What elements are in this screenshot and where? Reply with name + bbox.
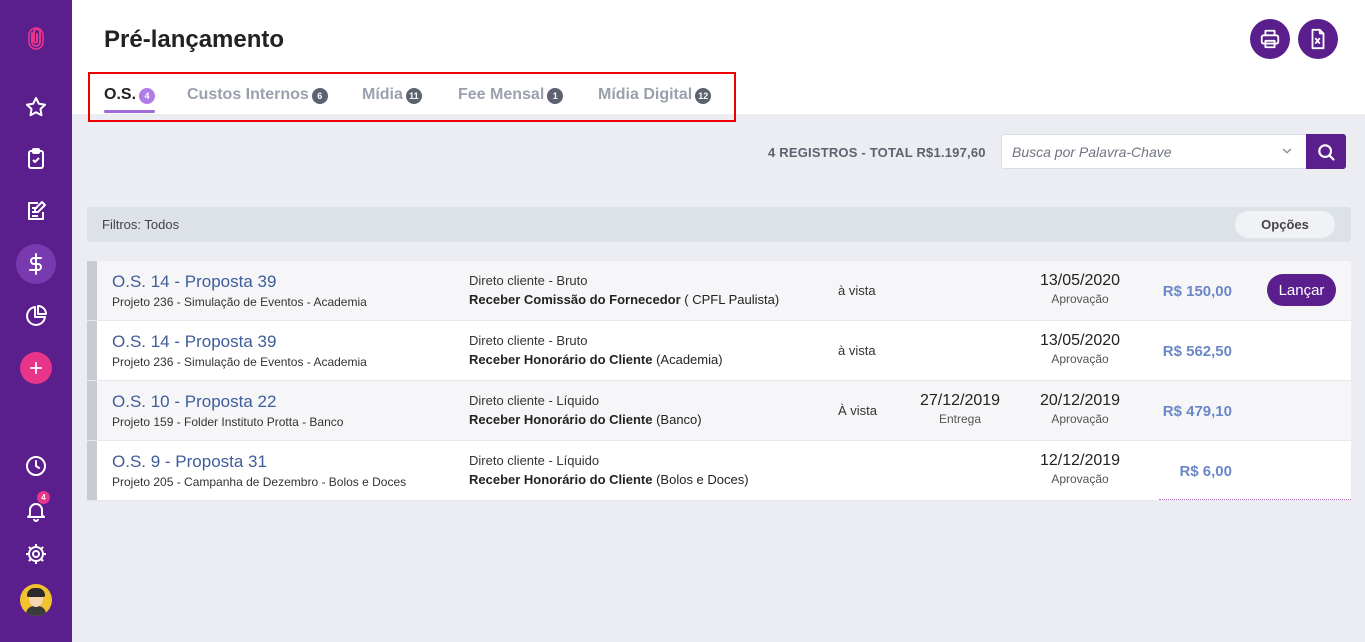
edit-document-icon[interactable] — [16, 191, 56, 231]
tab-label: Custos Internos — [187, 85, 309, 103]
approval-date: 20/12/2019 Aprovação — [1039, 392, 1121, 426]
billing-type: Direto cliente - Líquido — [469, 453, 600, 468]
dollar-icon[interactable] — [16, 244, 56, 284]
excel-file-icon — [1311, 28, 1325, 50]
tab-label: O.S. — [104, 85, 137, 103]
gear-icon[interactable] — [16, 534, 56, 574]
os-title-link[interactable]: O.S. 14 - Proposta 39 — [112, 272, 276, 292]
os-title-link[interactable]: O.S. 10 - Proposta 22 — [112, 392, 276, 412]
billing-description: Receber Honorário do Cliente (Academia) — [469, 352, 723, 367]
tab-midia[interactable]: Mídia 11 — [362, 85, 422, 104]
billing-description: Receber Honorário do Cliente (Banco) — [469, 412, 702, 427]
billing-type: Direto cliente - Bruto — [469, 273, 588, 288]
notification-count-badge: 4 — [37, 491, 50, 504]
sidebar: 4 — [0, 0, 72, 642]
amount-value: R$ 479,10 — [1162, 403, 1232, 420]
payment-terms: à vista — [838, 283, 876, 298]
printer-icon — [1260, 29, 1280, 49]
billing-type: Direto cliente - Líquido — [469, 393, 600, 408]
amount-value: R$ 150,00 — [1162, 283, 1232, 300]
payment-terms: à vista — [838, 343, 876, 358]
project-subtitle: Projeto 205 - Campanha de Dezembro - Bol… — [112, 475, 407, 489]
project-subtitle: Projeto 236 - Simulação de Eventos - Aca… — [112, 355, 367, 369]
clock-icon[interactable] — [16, 446, 56, 486]
filter-value: Todos — [144, 217, 180, 232]
tab-count-badge: 4 — [139, 88, 156, 104]
pie-chart-icon[interactable] — [16, 296, 56, 336]
payment-terms: À vista — [838, 403, 878, 418]
filter-label: Filtros: — [102, 217, 141, 232]
billing-type: Direto cliente - Bruto — [469, 333, 588, 348]
records-total: 4 REGISTROS - TOTAL R$1.197,60 — [768, 145, 986, 160]
list-item[interactable]: O.S. 9 - Proposta 31 Projeto 205 - Campa… — [87, 441, 1351, 501]
tab-count-badge: 12 — [695, 88, 712, 104]
tab-count-badge: 11 — [405, 88, 422, 104]
paperclip-logo-icon[interactable] — [16, 18, 56, 58]
row-status-bar — [87, 441, 97, 500]
search-icon — [1318, 143, 1335, 161]
page-title: Pré-lançamento — [104, 26, 285, 53]
print-button[interactable] — [1250, 19, 1290, 59]
os-title-link[interactable]: O.S. 9 - Proposta 31 — [112, 452, 267, 472]
tab-count-badge: 6 — [311, 88, 328, 104]
chevron-down-icon[interactable] — [1280, 144, 1294, 158]
star-icon[interactable] — [16, 87, 56, 127]
list-item[interactable]: O.S. 10 - Proposta 22 Projeto 159 - Fold… — [87, 381, 1351, 441]
avatar[interactable] — [16, 580, 56, 620]
list-item[interactable]: O.S. 14 - Proposta 39 Projeto 236 - Simu… — [87, 321, 1351, 381]
tab-count-badge: 1 — [547, 88, 564, 104]
row-status-bar — [87, 261, 97, 320]
amount-value: R$ 562,50 — [1162, 343, 1232, 360]
tab-os[interactable]: O.S. 4 — [104, 85, 156, 104]
options-button[interactable]: Opções — [1235, 211, 1335, 238]
project-subtitle: Projeto 159 - Folder Instituto Protta - … — [112, 415, 344, 429]
tabs-bar: O.S. 4 Custos Internos 6 Mídia 11 Fee Me… — [88, 72, 736, 122]
tab-label: Mídia — [362, 85, 403, 103]
row-divider — [1159, 499, 1351, 500]
tab-label: Mídia Digital — [598, 85, 693, 103]
tab-label: Fee Mensal — [458, 85, 545, 103]
row-status-bar — [87, 381, 97, 440]
add-button[interactable] — [16, 348, 56, 388]
approval-date: 12/12/2019 Aprovação — [1039, 452, 1121, 486]
export-excel-button[interactable] — [1298, 19, 1338, 59]
approval-date: 13/05/2020 Aprovação — [1039, 272, 1121, 306]
billing-description: Receber Honorário do Cliente (Bolos e Do… — [469, 472, 749, 487]
search-button[interactable] — [1306, 134, 1346, 169]
delivery-date: 27/12/2019 Entrega — [919, 392, 1001, 426]
list-item[interactable]: O.S. 14 - Proposta 39 Projeto 236 - Simu… — [87, 261, 1351, 321]
tab-custos-internos[interactable]: Custos Internos 6 — [187, 85, 328, 104]
amount-value: R$ 6,00 — [1179, 463, 1232, 480]
active-tab-indicator — [104, 110, 155, 113]
row-status-bar — [87, 321, 97, 380]
billing-description: Receber Comissão do Fornecedor ( CPFL Pa… — [469, 292, 780, 307]
search-input[interactable] — [1001, 134, 1307, 169]
project-subtitle: Projeto 236 - Simulação de Eventos - Aca… — [112, 295, 367, 309]
filter-summary: Filtros: Todos — [102, 217, 179, 232]
launch-button[interactable]: Lançar — [1267, 274, 1336, 306]
user-avatar-image — [20, 584, 52, 616]
tab-fee-mensal[interactable]: Fee Mensal 1 — [458, 85, 564, 104]
approval-date: 13/05/2020 Aprovação — [1039, 332, 1121, 366]
tab-midia-digital[interactable]: Mídia Digital 12 — [598, 85, 712, 104]
filter-bar: Filtros: Todos Opções — [87, 207, 1351, 242]
records-list: O.S. 14 - Proposta 39 Projeto 236 - Simu… — [87, 261, 1351, 501]
os-title-link[interactable]: O.S. 14 - Proposta 39 — [112, 332, 276, 352]
clipboard-check-icon[interactable] — [16, 139, 56, 179]
page-header: Pré-lançamento O.S. 4 Custos Internos 6 … — [72, 0, 1365, 122]
plus-icon — [20, 352, 52, 384]
bell-icon[interactable]: 4 — [16, 491, 56, 531]
